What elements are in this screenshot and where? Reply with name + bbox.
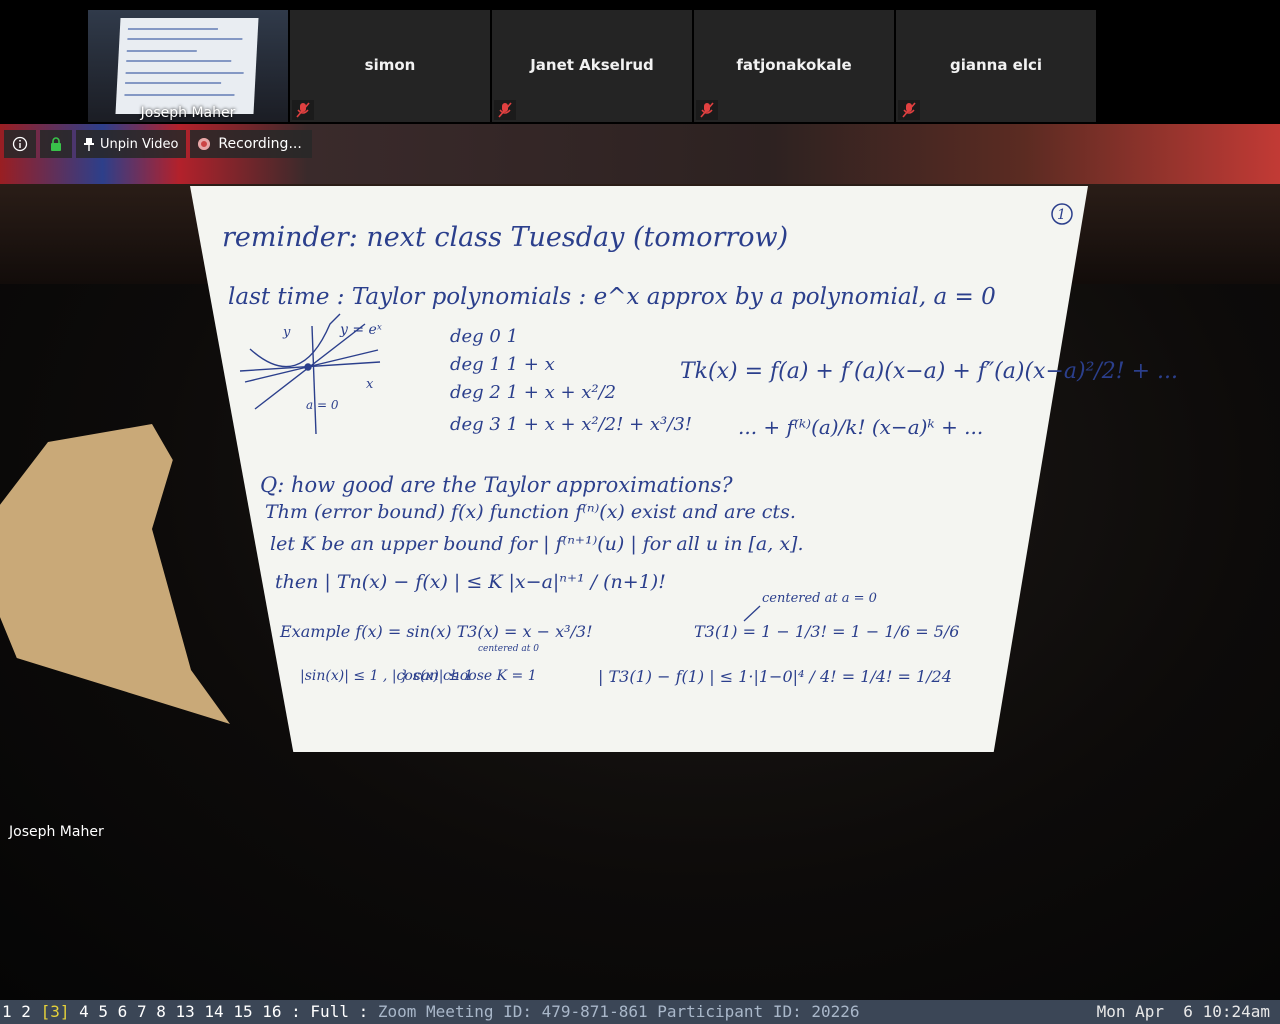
participant-name: gianna elci bbox=[949, 56, 1043, 74]
example-line: Example f(x) = sin(x) T3(x) = x − x³/3! bbox=[279, 622, 593, 641]
info-icon bbox=[12, 136, 28, 152]
participant-tile[interactable]: Janet Akselrud bbox=[492, 10, 692, 122]
workspace-list: 1 2 [3] 4 5 6 7 8 13 14 15 16 : Full : Z… bbox=[2, 1000, 860, 1024]
participant-strip: Joseph Maher simon Janet Akselrud fatjon… bbox=[0, 0, 1280, 124]
graph-y-axis bbox=[311, 325, 317, 435]
encryption-button[interactable] bbox=[40, 130, 72, 158]
participant-name: Janet Akselrud bbox=[530, 56, 654, 74]
participant-name: Joseph Maher bbox=[140, 105, 236, 121]
status-separator: : bbox=[358, 1002, 369, 1021]
workspace-6[interactable]: 6 bbox=[118, 1002, 128, 1021]
workspace-4[interactable]: 4 bbox=[79, 1002, 89, 1021]
deg1-line: deg 1 1 + x bbox=[450, 354, 555, 375]
main-video[interactable]: 1 reminder: next class Tuesday (tomorrow… bbox=[0, 124, 1280, 1000]
pin-icon bbox=[84, 138, 94, 151]
unpin-video-button[interactable]: Unpin Video bbox=[76, 130, 187, 158]
window-title: Zoom Meeting ID: 479-871-861 Participant… bbox=[377, 1002, 860, 1021]
choose-k-line: } can choose K = 1 bbox=[400, 668, 537, 684]
centered-note: centered at a = 0 bbox=[762, 591, 877, 606]
exp-curve bbox=[249, 313, 341, 368]
graph-curve-label: y = eˣ bbox=[339, 322, 382, 338]
deg3-line: deg 3 1 + x + x²/2! + x³/3! bbox=[450, 414, 692, 435]
muted-mic-icon bbox=[898, 100, 920, 120]
workspace-5[interactable]: 5 bbox=[98, 1002, 108, 1021]
workspace-2[interactable]: 2 bbox=[21, 1002, 31, 1021]
graph-x-label: x bbox=[366, 377, 374, 392]
recording-dot-icon bbox=[198, 138, 211, 150]
muted-mic-icon bbox=[696, 100, 718, 120]
graph-y-label: y bbox=[282, 325, 291, 340]
recording-indicator[interactable]: Recording... bbox=[190, 130, 312, 158]
workspace-8[interactable]: 8 bbox=[156, 1002, 166, 1021]
theorem-line: Thm (error bound) f(x) function f⁽ⁿ⁾(x) … bbox=[265, 501, 796, 523]
unpin-video-label: Unpin Video bbox=[100, 136, 179, 152]
page-number: 1 bbox=[1057, 207, 1066, 223]
taylor-formula-2: ... + f⁽ᵏ⁾(a)/k! (x−a)ᵏ + ... bbox=[738, 415, 983, 439]
info-button[interactable] bbox=[4, 130, 36, 158]
reminder-line: reminder: next class Tuesday (tomorrow) bbox=[222, 222, 788, 253]
layout-indicator: Full bbox=[310, 1002, 349, 1021]
centered-arrow bbox=[743, 605, 761, 622]
graph-point bbox=[304, 363, 312, 371]
participant-name: simon bbox=[364, 56, 416, 74]
error-bound-line: then | Tn(x) − f(x) | ≤ K |x−a|ⁿ⁺¹ / (n+… bbox=[275, 571, 666, 593]
centered-small-note: centered at 0 bbox=[478, 644, 539, 654]
workspace-3-active[interactable]: [3] bbox=[41, 1002, 70, 1021]
last-time-line: last time : Taylor polynomials : e^x app… bbox=[228, 284, 996, 310]
window-manager-statusbar: 1 2 [3] 4 5 6 7 8 13 14 15 16 : Full : Z… bbox=[0, 1000, 1280, 1024]
active-speaker-name: Joseph Maher bbox=[9, 824, 104, 840]
self-thumbnail-paper bbox=[115, 18, 259, 114]
clock: Mon Apr 6 10:24am bbox=[1096, 1002, 1270, 1021]
participant-tile[interactable]: fatjonakokale bbox=[694, 10, 894, 122]
participant-tile[interactable]: gianna elci bbox=[896, 10, 1096, 122]
recording-label: Recording... bbox=[218, 136, 302, 152]
t3-eval-line: T3(1) = 1 − 1/3! = 1 − 1/6 = 5/6 bbox=[694, 622, 959, 641]
muted-mic-icon bbox=[292, 100, 314, 120]
participant-tile[interactable]: simon bbox=[290, 10, 490, 122]
workspace-13[interactable]: 13 bbox=[176, 1002, 195, 1021]
video-toolbar: Unpin Video Recording... bbox=[4, 130, 312, 158]
taylor-formula-1: Tk(x) = f(a) + f′(a)(x−a) + f″(a)(x−a)²/… bbox=[680, 359, 1178, 384]
graph-a-label: a = 0 bbox=[306, 398, 339, 412]
error-eval-line: | T3(1) − f(1) | ≤ 1·|1−0|⁴ / 4! = 1/4! … bbox=[598, 667, 952, 686]
status-separator: : bbox=[291, 1002, 301, 1021]
participant-tile-self[interactable]: Joseph Maher bbox=[88, 10, 288, 122]
muted-mic-icon bbox=[494, 100, 516, 120]
let-k-line: let K be an upper bound for | f⁽ⁿ⁺¹⁾(u) … bbox=[270, 533, 804, 555]
deg2-line: deg 2 1 + x + x²/2 bbox=[450, 382, 616, 403]
workspace-16[interactable]: 16 bbox=[262, 1002, 281, 1021]
participant-name: fatjonakokale bbox=[736, 56, 852, 74]
workspace-15[interactable]: 15 bbox=[233, 1002, 252, 1021]
workspace-14[interactable]: 14 bbox=[204, 1002, 223, 1021]
workspace-1[interactable]: 1 bbox=[2, 1002, 12, 1021]
workspace-7[interactable]: 7 bbox=[137, 1002, 147, 1021]
lock-icon bbox=[51, 137, 61, 151]
whiteboard-notes: 1 reminder: next class Tuesday (tomorrow… bbox=[222, 203, 1178, 686]
question-line: Q: how good are the Taylor approximation… bbox=[260, 473, 733, 497]
deg0-line: deg 0 1 bbox=[450, 326, 518, 347]
